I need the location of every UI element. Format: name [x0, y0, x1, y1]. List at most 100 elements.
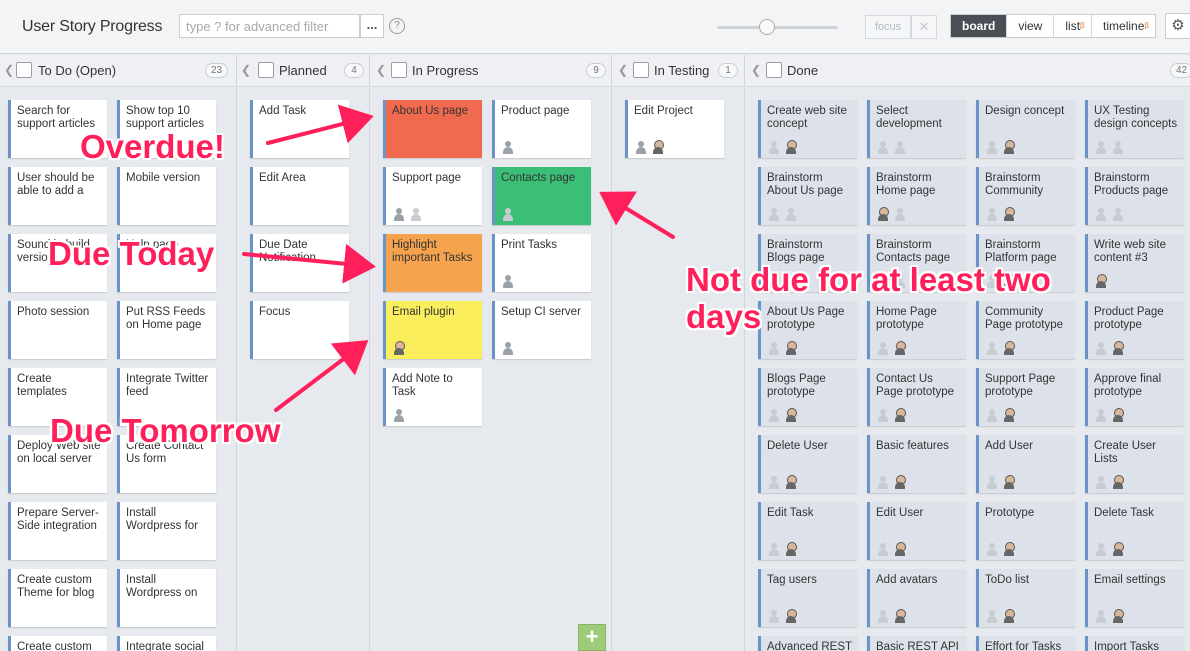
user-avatar-icon	[1111, 207, 1125, 221]
task-card-done[interactable]: Tag users	[758, 569, 857, 627]
task-card-done[interactable]: Brainstorm Home page	[867, 167, 966, 225]
task-card-overdue[interactable]: About Us page	[383, 100, 482, 158]
user-avatar-icon	[1002, 140, 1016, 154]
column-header-in-progress: ❮ In Progress 9	[370, 55, 612, 87]
clear-focus-button[interactable]: ✕	[911, 15, 937, 39]
task-card[interactable]: Focus	[250, 301, 349, 359]
task-card-done[interactable]: Write web site content #3	[1085, 234, 1184, 292]
task-card[interactable]: Edit Project	[625, 100, 724, 158]
task-card[interactable]: Photo session	[8, 301, 107, 359]
chevron-left-icon[interactable]: ❮	[241, 63, 251, 77]
task-card[interactable]: Install Wordpress for	[117, 502, 216, 560]
task-card-done[interactable]: Basic REST API	[867, 636, 966, 651]
card-title: Effort for Tasks	[985, 641, 1062, 651]
task-card-done[interactable]: Brainstorm Products page	[1085, 167, 1184, 225]
add-task-button[interactable]: +	[578, 624, 606, 651]
user-avatar-icon	[985, 408, 999, 422]
card-title: Advanced REST	[767, 641, 853, 651]
user-avatar-icon	[893, 542, 907, 556]
help-icon[interactable]: ?	[389, 18, 405, 34]
focus-button[interactable]: focus	[865, 15, 911, 39]
task-card-done[interactable]: Create web site concept	[758, 100, 857, 158]
card-title: About Us page	[392, 105, 469, 117]
tab-list[interactable]: list β	[1054, 15, 1093, 37]
chevron-left-icon[interactable]: ❮	[751, 63, 761, 77]
task-card-done[interactable]: Support Page prototype	[976, 368, 1075, 426]
task-card-done[interactable]: Brainstorm Community	[976, 167, 1075, 225]
task-card-done[interactable]: Add User	[976, 435, 1075, 493]
task-card-done[interactable]: Import Tasks	[1085, 636, 1184, 651]
filter-options-button[interactable]: ...	[360, 14, 384, 38]
chevron-left-icon[interactable]: ❮	[4, 63, 14, 77]
column-title: In Testing	[654, 63, 710, 78]
task-card[interactable]: Mobile version	[117, 167, 216, 225]
zoom-slider-handle[interactable]	[759, 19, 775, 35]
user-avatar-icon	[1111, 609, 1125, 623]
card-title: Edit Project	[634, 105, 693, 117]
task-card[interactable]: Add Task	[250, 100, 349, 158]
task-card-done[interactable]: ToDo list	[976, 569, 1075, 627]
task-card-done[interactable]: Contact Us Page prototype	[867, 368, 966, 426]
task-card[interactable]: Setup CI server	[492, 301, 591, 359]
card-title: Design concept	[985, 105, 1065, 117]
column-select-checkbox[interactable]	[391, 62, 407, 78]
user-avatar-icon	[1111, 542, 1125, 556]
zoom-slider-track[interactable]	[717, 26, 838, 29]
user-avatar-icon	[501, 140, 515, 154]
gear-icon[interactable]: ⚙	[1165, 13, 1190, 39]
task-card-done[interactable]: Select development	[867, 100, 966, 158]
task-card-due-tomorrow[interactable]: Email plugin	[383, 301, 482, 359]
card-title: Import Tasks	[1094, 641, 1159, 651]
task-card[interactable]: Create custom	[8, 636, 107, 651]
user-avatar-icon	[876, 609, 890, 623]
task-card[interactable]: Support page	[383, 167, 482, 225]
search-input[interactable]	[179, 14, 360, 38]
column-select-checkbox[interactable]	[766, 62, 782, 78]
user-avatar-icon	[1111, 140, 1125, 154]
task-card-done[interactable]: Effort for Tasks	[976, 636, 1075, 651]
task-card-done[interactable]: Delete Task	[1085, 502, 1184, 560]
task-card[interactable]: Add Note to Task	[383, 368, 482, 426]
task-card-done[interactable]: Product Page prototype	[1085, 301, 1184, 359]
column-select-checkbox[interactable]	[16, 62, 32, 78]
task-card-done[interactable]: Blogs Page prototype	[758, 368, 857, 426]
tab-timeline[interactable]: timeline β	[1092, 15, 1155, 37]
task-card-done[interactable]: Design concept	[976, 100, 1075, 158]
card-title: Brainstorm Products page	[1094, 172, 1169, 197]
task-card-due-today[interactable]: Highlight important Tasks	[383, 234, 482, 292]
task-card[interactable]: Product page	[492, 100, 591, 158]
chevron-left-icon[interactable]: ❮	[376, 63, 386, 77]
task-card-done[interactable]: Approve final prototype	[1085, 368, 1184, 426]
task-card-done[interactable]: Prototype	[976, 502, 1075, 560]
task-card[interactable]: Prepare Server-Side integration	[8, 502, 107, 560]
task-card-done[interactable]: Basic features	[867, 435, 966, 493]
task-card[interactable]: Create custom Theme for blog	[8, 569, 107, 627]
task-card-done[interactable]: Delete User	[758, 435, 857, 493]
tab-board[interactable]: board	[951, 15, 1008, 37]
task-card-done[interactable]: UX Testing design concepts	[1085, 100, 1184, 158]
task-card-due-later[interactable]: Contacts page	[492, 167, 591, 225]
task-card[interactable]: Edit Area	[250, 167, 349, 225]
user-avatar-icon	[784, 609, 798, 623]
user-avatar-icon	[876, 408, 890, 422]
task-card[interactable]: Integrate social	[117, 636, 216, 651]
task-card[interactable]: Put RSS Feeds on Home page	[117, 301, 216, 359]
column-count-badge: 4	[344, 63, 364, 78]
card-title: Prototype	[985, 507, 1035, 519]
task-card[interactable]: Print Tasks	[492, 234, 591, 292]
column-select-checkbox[interactable]	[258, 62, 274, 78]
task-card-done[interactable]: Add avatars	[867, 569, 966, 627]
task-card[interactable]: User should be able to add a	[8, 167, 107, 225]
task-card-done[interactable]: Create User Lists	[1085, 435, 1184, 493]
task-card-done[interactable]: Email settings	[1085, 569, 1184, 627]
task-card-done[interactable]: Advanced REST	[758, 636, 857, 651]
task-card[interactable]: Install Wordpress on	[117, 569, 216, 627]
chevron-left-icon[interactable]: ❮	[618, 63, 628, 77]
task-card-done[interactable]: Edit Task	[758, 502, 857, 560]
column-select-checkbox[interactable]	[633, 62, 649, 78]
task-card-done[interactable]: Brainstorm About Us page	[758, 167, 857, 225]
tab-view[interactable]: view	[1007, 15, 1055, 37]
task-card-done[interactable]: Edit User	[867, 502, 966, 560]
user-avatar-icon	[985, 609, 999, 623]
task-card[interactable]: Due Date Notification	[250, 234, 349, 292]
